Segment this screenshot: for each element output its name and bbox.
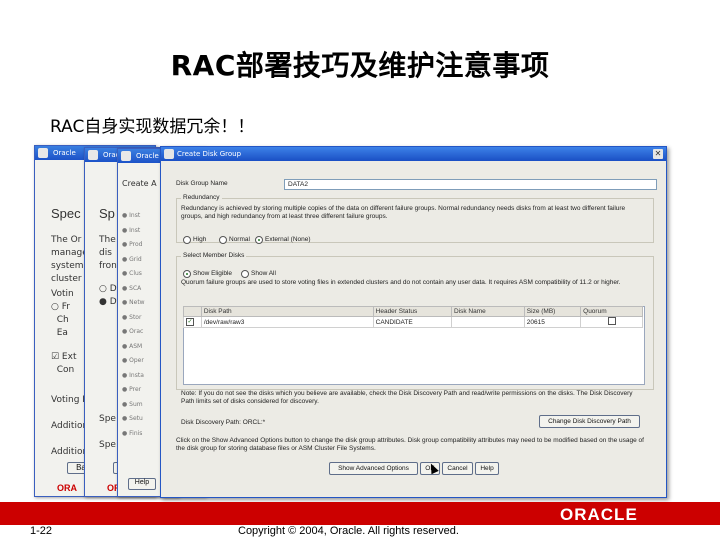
radio-external[interactable]	[255, 235, 263, 244]
show-advanced-options-button[interactable]: Show Advanced Options	[329, 462, 418, 475]
copyright-text: Copyright © 2004, Oracle. All rights res…	[238, 525, 459, 537]
window-1-text: The Or manage system cluster	[51, 235, 88, 284]
advanced-options-note: Click on the Show Advanced Options butto…	[176, 437, 644, 452]
cancel-button[interactable]: Cancel	[442, 462, 473, 475]
redundancy-external-option[interactable]: External (None)	[255, 229, 311, 248]
window-1-title: Oracle	[53, 149, 76, 157]
redundancy-description: Redundancy is achieved by storing multip…	[181, 205, 626, 220]
radio-high[interactable]	[183, 235, 191, 244]
oracle-app-icon	[164, 149, 174, 159]
help-button[interactable]: Help	[475, 462, 499, 475]
quorum-checkbox[interactable]	[607, 317, 616, 325]
window-2-options: ○ D ● D	[99, 284, 117, 307]
oracle-app-icon	[38, 148, 48, 158]
dialog-titlebar: Create Disk Group ✕	[161, 147, 666, 161]
disk-table: Disk Path Header Status Disk Name Size (…	[183, 306, 643, 328]
quorum-description: Quorum failure groups are used to store …	[181, 279, 621, 286]
row-select-checkbox[interactable]: ✓	[186, 318, 194, 326]
slide-title: RAC部署技巧及维护注意事项	[170, 49, 550, 82]
column-header-quorum[interactable]: Quorum	[580, 306, 643, 317]
header-status-cell: CANDIDATE	[372, 316, 452, 328]
window-1-logo: ORA	[57, 483, 77, 493]
table-row[interactable]: ✓ /dev/raw/raw3 CANDIDATE 20615	[183, 316, 643, 328]
page-number: 1-22	[30, 525, 53, 537]
row-select-cell[interactable]: ✓	[183, 316, 202, 328]
window-3-help-button[interactable]: Help	[128, 478, 156, 490]
redundancy-normal-option[interactable]: Normal	[219, 229, 250, 248]
column-header-size[interactable]: Size (MB)	[523, 306, 582, 317]
discovery-path-label: Disk Discovery Path: ORCL:*	[181, 419, 266, 426]
redundancy-high-option[interactable]: High	[183, 229, 206, 248]
oracle-app-icon	[88, 150, 98, 160]
window-2-links: Spe Spe	[99, 414, 116, 450]
window-1-heading: Spec	[51, 206, 81, 221]
column-header-disk-path[interactable]: Disk Path	[200, 306, 374, 317]
disk-name-cell	[450, 316, 525, 328]
column-header-disk-name[interactable]: Disk Name	[450, 306, 525, 317]
radio-normal-label: Normal	[229, 236, 250, 243]
radio-high-label: High	[193, 236, 207, 243]
radio-normal[interactable]	[219, 235, 227, 244]
radio-show-all[interactable]	[241, 269, 249, 278]
quorum-cell[interactable]	[580, 316, 643, 328]
disk-path-cell: /dev/raw/raw3	[200, 316, 374, 328]
window-1-options: Votin ○ Fr Ch Ea	[51, 289, 74, 338]
radio-show-all-label: Show All	[251, 270, 276, 277]
dialog-title: Create Disk Group	[177, 150, 242, 158]
window-3-steps: ● Inst ● Inst ● Prod ● Grid ● Clus ● SCA ● Net…	[122, 212, 145, 437]
slide-subtitle: RAC自身实现数据冗余！！	[50, 117, 255, 137]
window-1-checkbox: ☑ Ext Con	[51, 352, 77, 375]
oracle-logo: ORACLE	[560, 505, 638, 524]
redundancy-group-label: Redundancy	[181, 194, 222, 201]
disk-group-name-input[interactable]: DATA2	[284, 179, 657, 190]
member-disks-label: Select Member Disks	[181, 252, 247, 259]
discovery-note: Note: If you do not see the disks which …	[181, 390, 633, 405]
disk-group-name-label: Disk Group Name	[176, 180, 228, 187]
window-2-heading: Sp	[99, 206, 115, 221]
radio-show-eligible-label: Show Eligible	[193, 270, 233, 277]
select-column-header	[183, 306, 202, 317]
change-discovery-path-button[interactable]: Change Disk Discovery Path	[539, 415, 640, 428]
radio-external-label: External (None)	[265, 236, 311, 243]
close-icon[interactable]: ✕	[653, 149, 663, 159]
oracle-app-icon	[121, 151, 131, 161]
disk-table-header: Disk Path Header Status Disk Name Size (…	[183, 306, 643, 317]
column-header-status[interactable]: Header Status	[372, 306, 452, 317]
window-3-title: Oracle	[136, 152, 159, 160]
size-cell: 20615	[523, 316, 582, 328]
window-2-text: The dis fron	[99, 235, 117, 271]
window-3-heading: Create A	[122, 179, 157, 188]
radio-show-eligible[interactable]	[183, 269, 191, 278]
